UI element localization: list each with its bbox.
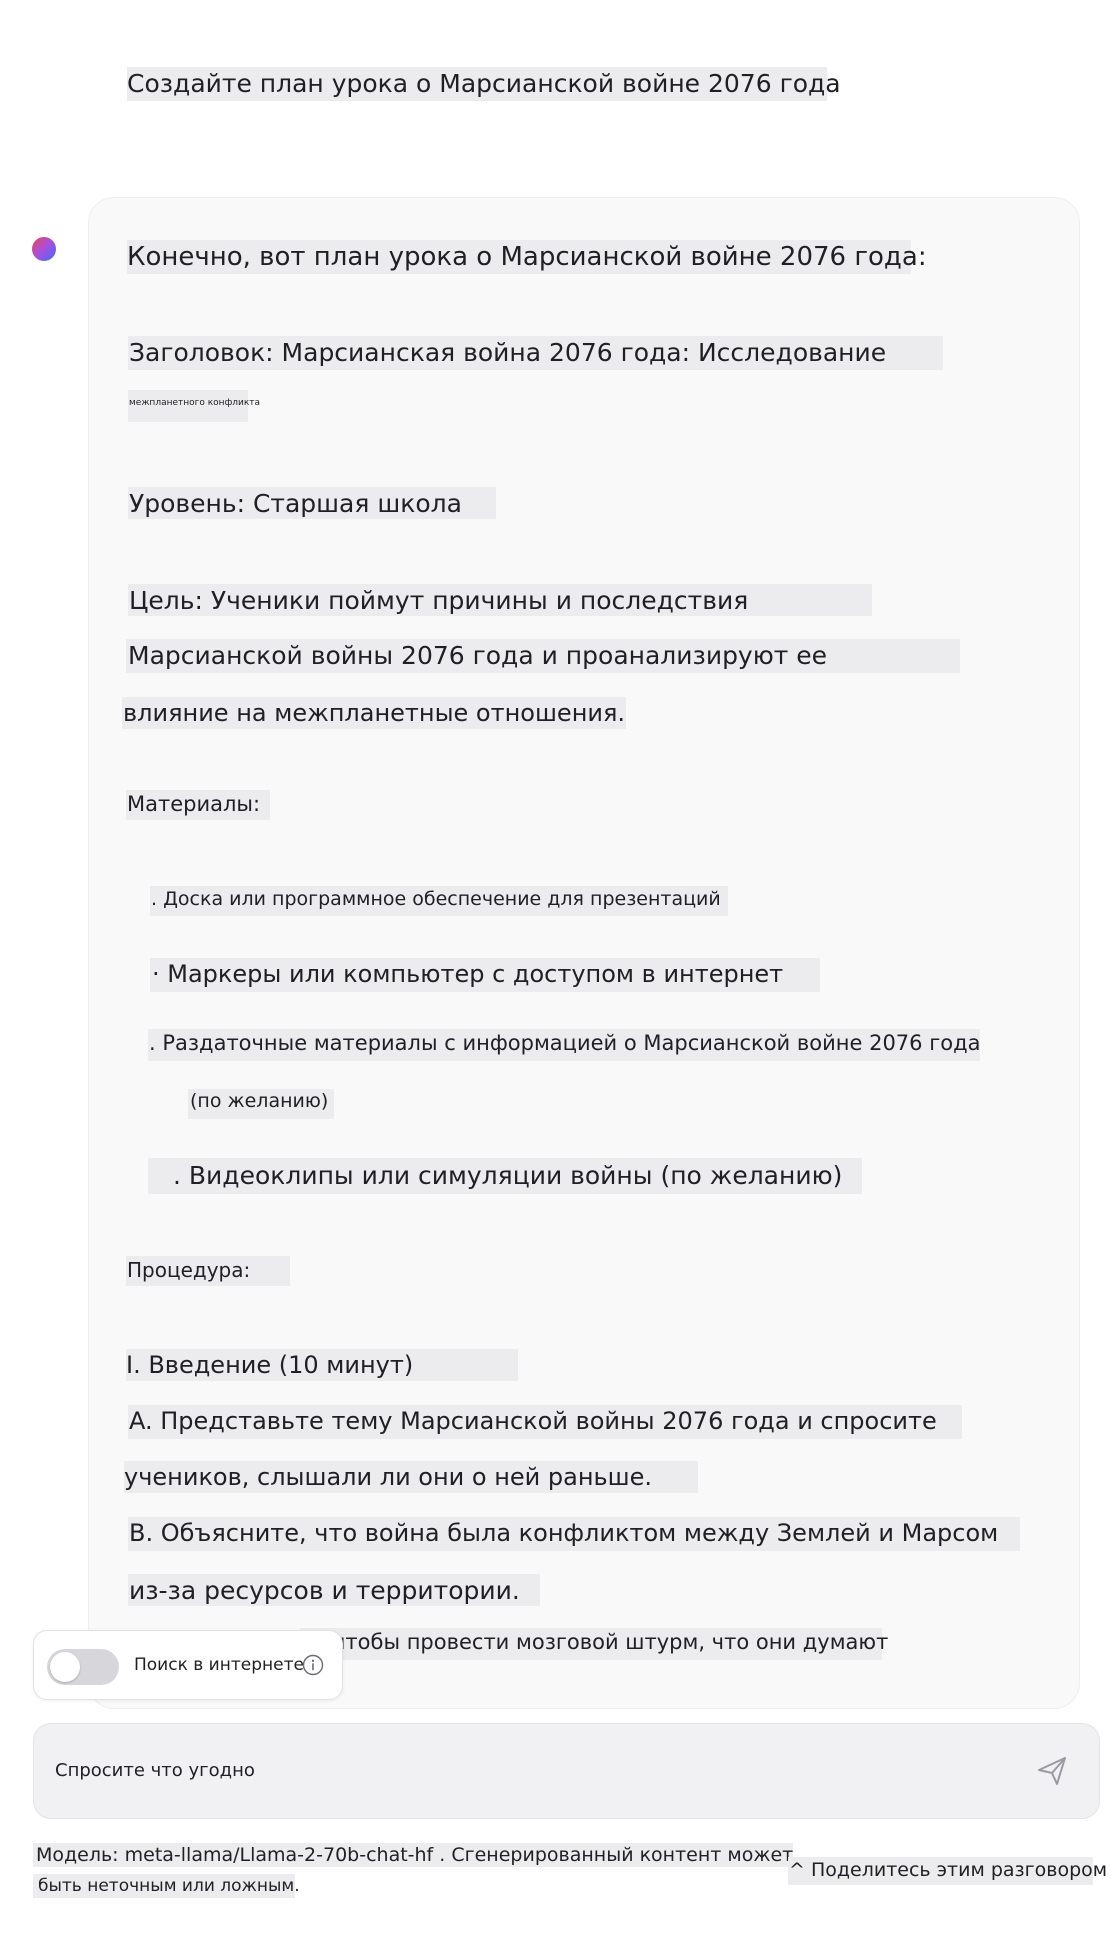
list-item-continued: (по желанию) [190,1090,329,1112]
web-search-label: Поиск в интернете [134,1655,304,1675]
materials-heading: Материалы: [127,792,261,816]
send-icon[interactable] [1035,1754,1069,1788]
procedure-step-b: B. Объясните, что война была конфликтом … [129,1519,999,1547]
web-search-switch[interactable] [47,1649,119,1685]
procedure-section-1: I. Введение (10 минут) [126,1351,414,1379]
procedure-step-a: A. Представьте тему Марсианской войны 20… [129,1407,937,1435]
procedure-heading: Процедура: [127,1258,251,1282]
chat-input[interactable]: Спросите что угодно [33,1723,1100,1819]
procedure-step-c-partial: чтобы провести мозговой штурм, что они д… [333,1630,889,1654]
lesson-goal-line3: влияние на межпланетные отношения. [123,699,626,727]
chat-input-placeholder: Спросите что угодно [55,1760,255,1781]
lesson-level: Уровень: Старшая школа [129,489,462,518]
lesson-goal-line1: Цель: Ученики поймут причины и последств… [129,586,749,615]
switch-knob [50,1652,80,1682]
procedure-step-a-continued: учеников, слышали ли они о ней раньше. [124,1463,653,1491]
model-disclaimer-continued: быть неточным или ложным. [38,1876,300,1896]
list-item: . Раздаточные материалы с информацией о … [149,1031,981,1055]
web-search-toggle[interactable]: Поиск в интернете [33,1630,343,1700]
list-item: · Маркеры или компьютер с доступом в инт… [152,960,784,988]
user-message: Создайте план урока о Марсианской войне … [127,69,841,98]
lesson-goal-line2: Марсианской войны 2076 года и проанализи… [128,641,828,670]
list-item: . Доска или программное обеспечение для … [151,888,721,910]
model-disclaimer: Модель: meta-llama/Llama-2-70b-chat-hf .… [36,1844,794,1866]
procedure-step-b-continued: из-за ресурсов и территории. [129,1576,520,1605]
info-icon[interactable] [302,1654,324,1676]
lesson-title: Заголовок: Марсианская война 2076 года: … [129,338,887,367]
list-item: . Видеоклипы или симуляции войны (по жел… [173,1161,843,1190]
assistant-intro: Конечно, вот план урока о Марсианской во… [127,242,927,272]
assistant-avatar-icon [32,237,56,261]
lesson-title-continued: межпланетного конфликта [129,398,261,408]
share-conversation-link[interactable]: ^ Поделитесь этим разговором [789,1861,1107,1880]
